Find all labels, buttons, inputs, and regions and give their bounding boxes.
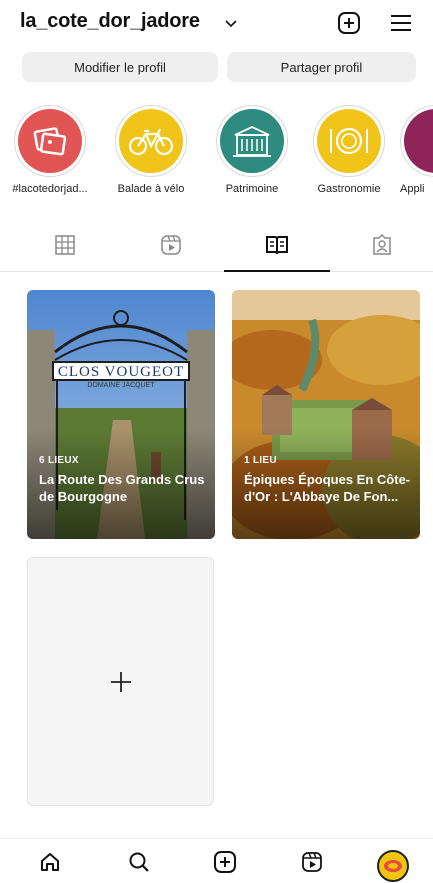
chateau-icon xyxy=(220,109,284,173)
guide-title: Épiques Époques En Côte-d'Or : L'Abbaye … xyxy=(244,472,411,504)
highlight-item[interactable]: #lacotedorjad... xyxy=(10,105,90,195)
plus-icon xyxy=(110,671,131,692)
reels-icon[interactable] xyxy=(299,849,325,875)
share-profile-button[interactable]: Partager profil xyxy=(227,52,416,82)
highlight-item[interactable]: Balade à vélo xyxy=(111,105,191,195)
new-guide-button[interactable] xyxy=(27,557,214,806)
profile-header: la_cote_dor_jadore xyxy=(0,0,433,52)
tagged-icon[interactable] xyxy=(367,230,397,260)
highlight-item[interactable]: Gastronomie xyxy=(309,105,389,195)
highlight-label: Balade à vélo xyxy=(117,183,185,195)
highlight-ring[interactable] xyxy=(216,105,288,177)
active-tab-indicator xyxy=(224,270,330,272)
highlight-label: Patrimoine xyxy=(225,183,279,195)
highlight-ring[interactable] xyxy=(115,105,187,177)
bicycle-icon xyxy=(119,109,183,173)
app-icon xyxy=(404,109,433,173)
search-icon[interactable] xyxy=(126,849,152,875)
guide-title: La Route Des Grands Crus de Bourgogne xyxy=(39,472,205,504)
guide-card[interactable]: CLOS VOUGEOT DOMAINE JACQUET 6 LIEUX La … xyxy=(27,290,215,539)
plate-icon xyxy=(317,109,381,173)
profile-tabs xyxy=(0,226,433,272)
highlight-label: Appli xyxy=(400,183,425,195)
guide-card[interactable]: 1 LIEU Épiques Époques En Côte-d'Or : L'… xyxy=(232,290,420,539)
bottom-nav xyxy=(0,838,433,883)
create-icon[interactable] xyxy=(212,849,238,875)
plus-square-icon[interactable] xyxy=(337,11,361,35)
profile-username[interactable]: la_cote_dor_jadore xyxy=(20,10,200,33)
grid-icon[interactable] xyxy=(50,230,80,260)
guides-icon[interactable] xyxy=(262,230,292,260)
highlight-item[interactable]: Appli xyxy=(400,105,433,195)
menu-icon[interactable] xyxy=(390,13,412,33)
guide-place-count: 1 LIEU xyxy=(244,455,277,466)
highlight-label: #lacotedorjad... xyxy=(12,183,88,195)
chevron-down-icon[interactable] xyxy=(223,15,239,31)
highlight-ring[interactable] xyxy=(313,105,385,177)
profile-avatar[interactable] xyxy=(377,850,409,882)
highlight-ring[interactable] xyxy=(14,105,86,177)
sign-text: CLOS VOUGEOT xyxy=(57,364,185,380)
home-icon[interactable] xyxy=(37,849,63,875)
edit-profile-button[interactable]: Modifier le profil xyxy=(22,52,218,82)
guide-place-count: 6 LIEUX xyxy=(39,455,79,466)
photos-icon xyxy=(18,109,82,173)
highlight-item[interactable]: Patrimoine xyxy=(212,105,292,195)
highlight-label: Gastronomie xyxy=(317,183,381,195)
highlight-ring[interactable] xyxy=(400,105,433,177)
reels-icon[interactable] xyxy=(156,230,186,260)
sign-subtext: DOMAINE JACQUET xyxy=(87,382,155,389)
logo-icon xyxy=(384,860,402,872)
